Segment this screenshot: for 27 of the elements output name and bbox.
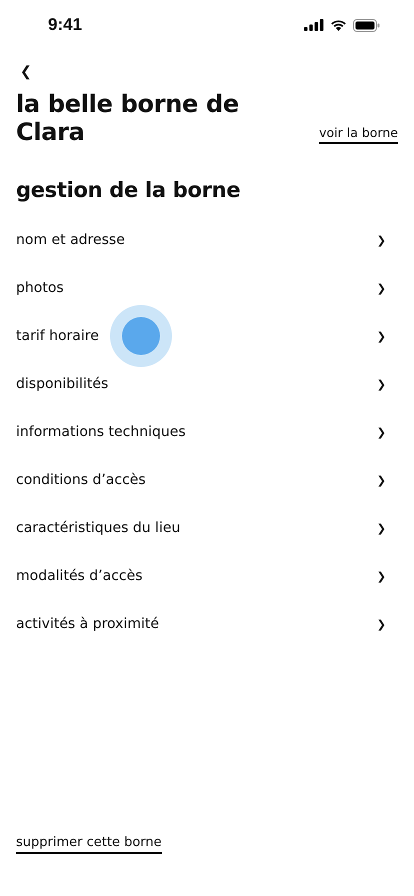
delete-link[interactable]: supprimer cette borne: [16, 835, 162, 854]
menu-item[interactable]: activités à proximité: [16, 616, 159, 632]
signal-icon: [304, 19, 324, 31]
chevron-icon: ❯: [376, 330, 386, 342]
menu-item[interactable]: nom et adresse: [16, 232, 125, 248]
chevron-icon: ❯: [376, 378, 386, 390]
chevron-icon: ❯: [376, 426, 386, 438]
view-link[interactable]: voir la borne: [319, 125, 398, 144]
wifi-icon: [330, 19, 347, 31]
chevron-icon: ❯: [376, 522, 386, 534]
page-title: la belle borne de Clara: [16, 90, 240, 146]
menu-item[interactable]: tarif horaire: [16, 328, 99, 344]
menu-item[interactable]: caractéristiques du lieu: [16, 520, 180, 536]
menu-item[interactable]: photos: [16, 280, 64, 296]
status-time: 9:41: [48, 15, 82, 35]
chevron-icon: ❯: [376, 234, 386, 246]
menu-item[interactable]: informations techniques: [16, 424, 186, 440]
menu-item[interactable]: conditions d’accès: [16, 472, 146, 488]
chevron-icon: ❯: [376, 282, 386, 294]
menu-item[interactable]: disponibilités: [16, 376, 108, 392]
menu-item[interactable]: modalités d’accès: [16, 568, 143, 584]
chevron-icon: ❯: [376, 570, 386, 582]
section-title: gestion de la borne: [16, 178, 242, 202]
chevron-icon: ❯: [376, 618, 386, 630]
back-button[interactable]: ❮: [20, 64, 32, 78]
battery-icon: [353, 18, 380, 32]
chevron-icon: ❯: [376, 474, 386, 486]
